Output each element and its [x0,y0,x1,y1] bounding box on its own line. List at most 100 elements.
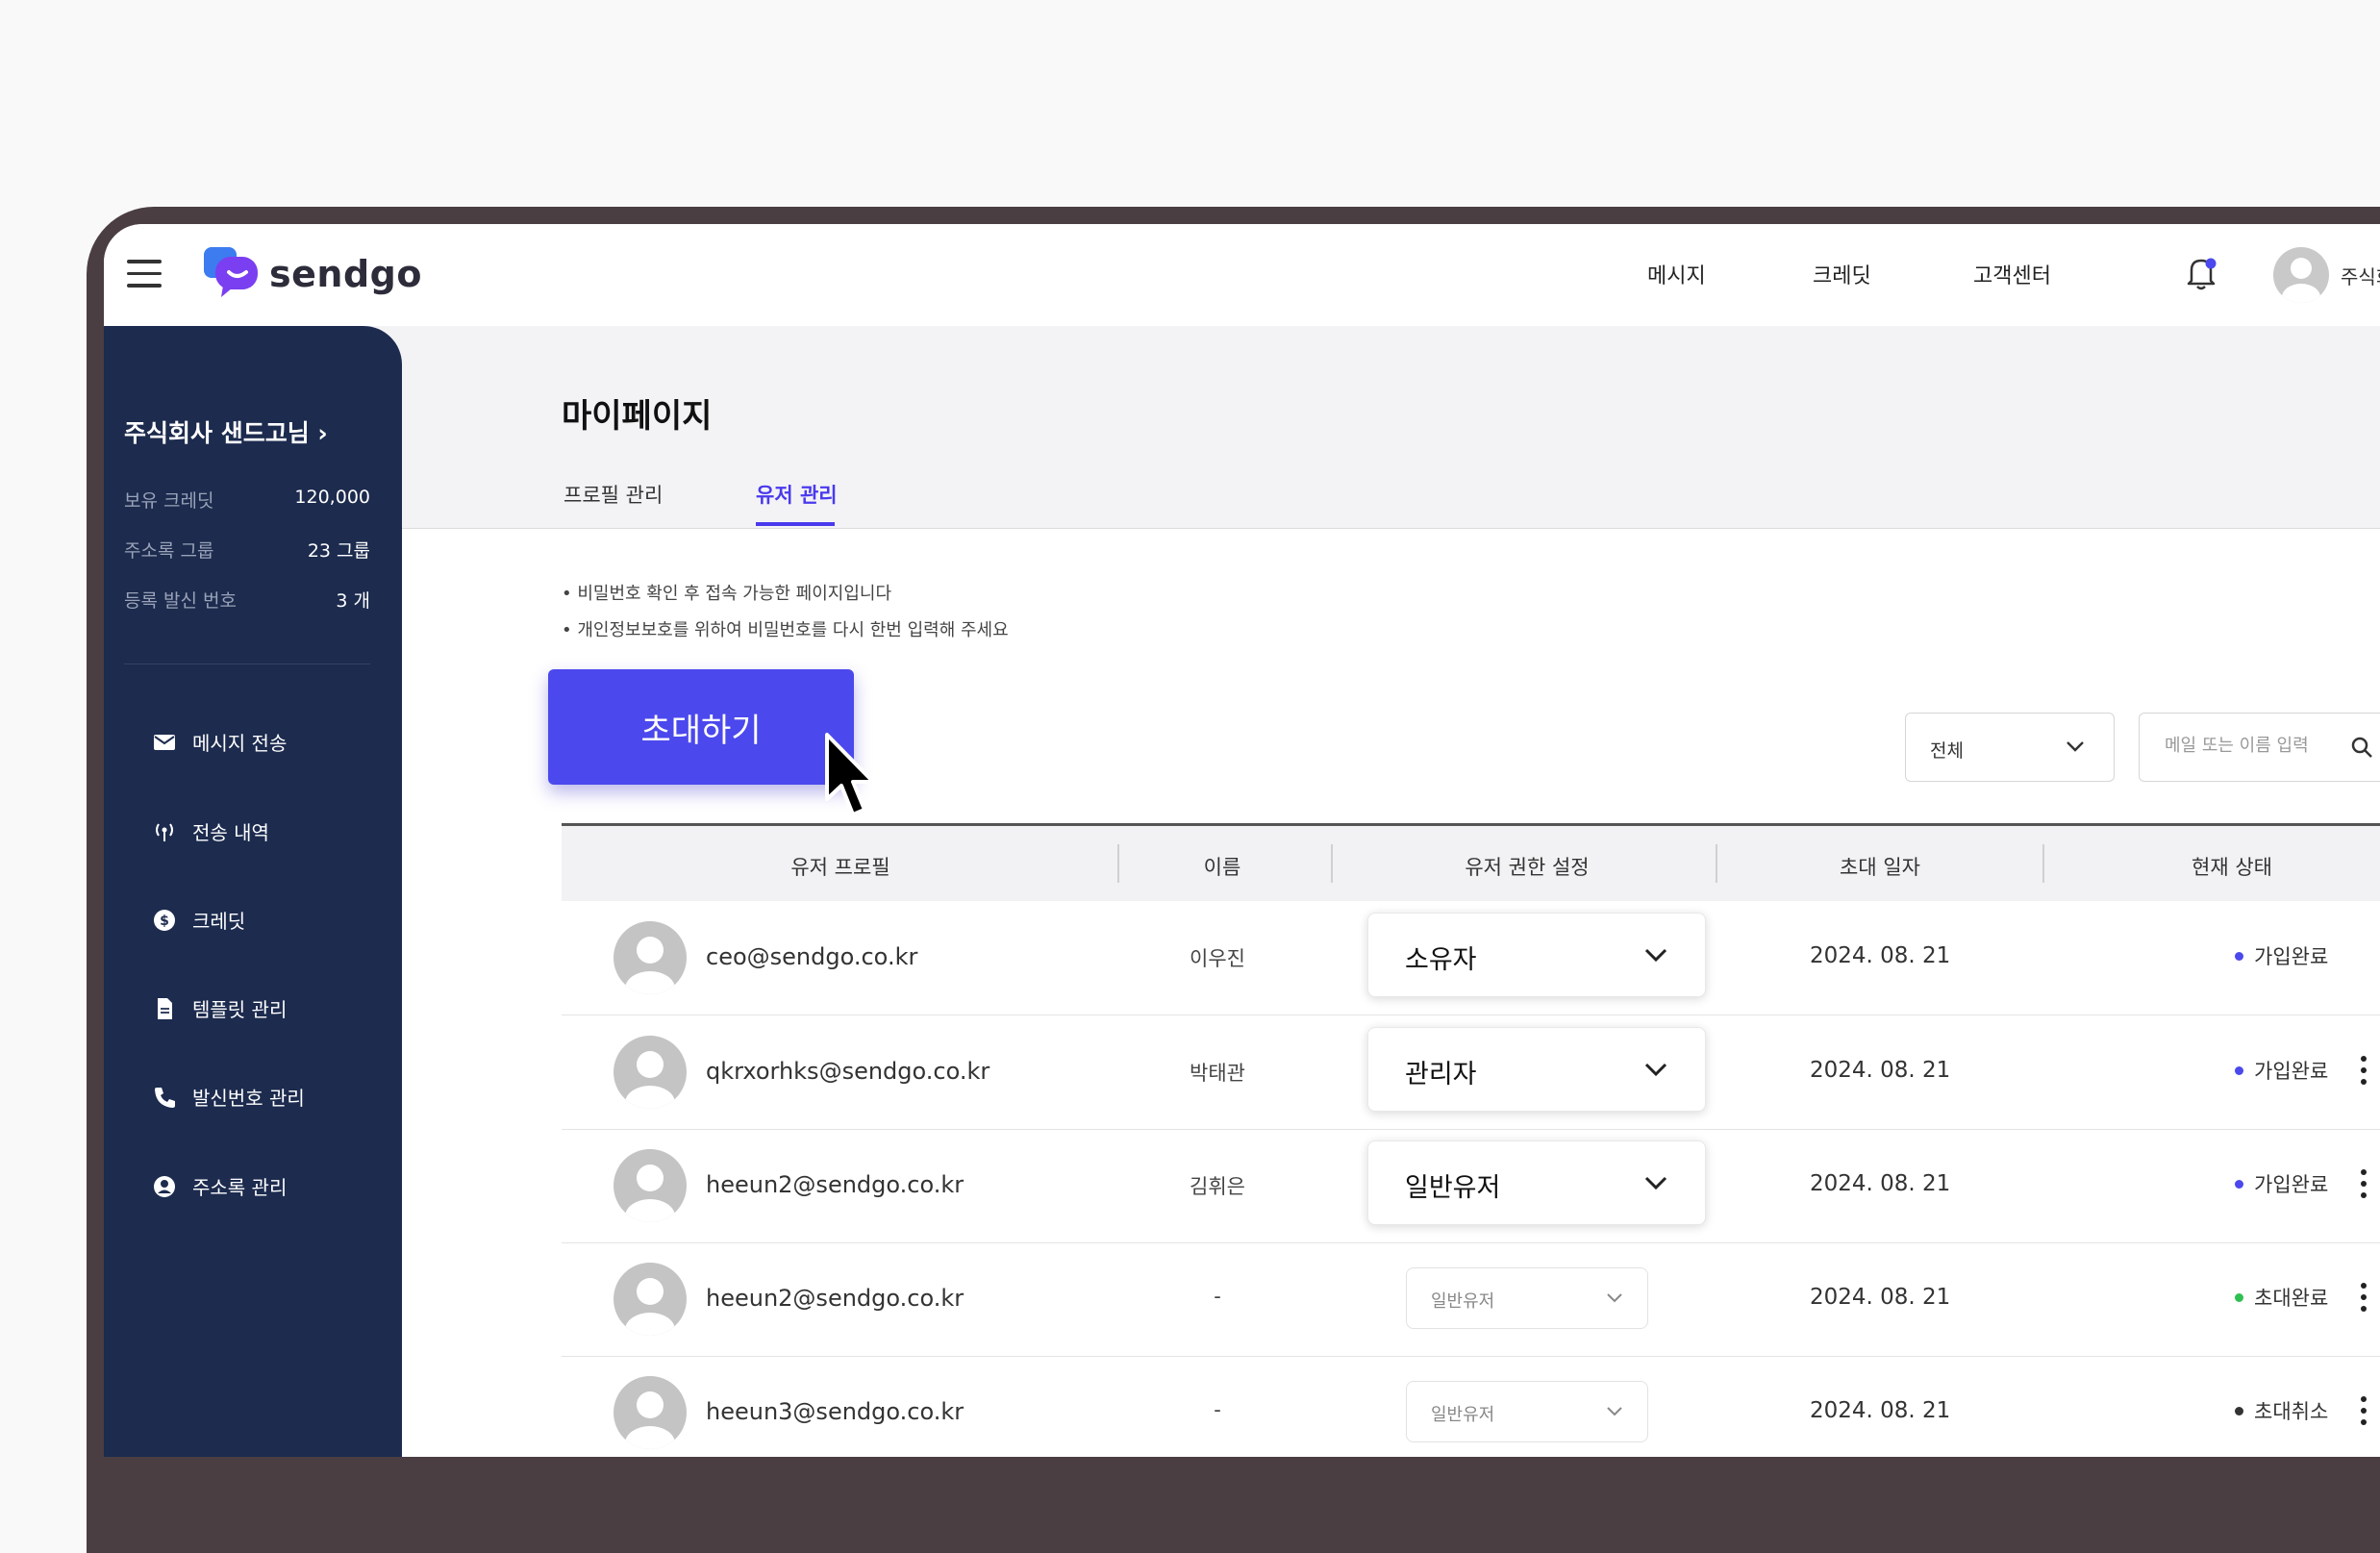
status-badge: 가입완료 [2235,1056,2328,1085]
tab-profile[interactable]: 프로필 관리 [564,480,663,509]
column-separator [1117,844,1119,883]
role-value: 관리자 [1405,1060,1477,1090]
user-avatar[interactable] [2273,247,2329,303]
top-bar: sendgo 메시지 크레딧 고객센터 주식회 [104,224,2380,326]
role-value: 일반유저 [1431,1405,1495,1425]
sidebar-item-label: 전송 내역 [192,821,269,844]
status-dot [2235,1065,2243,1075]
notification-bell-icon[interactable] [2184,255,2218,291]
status-dot [2235,1406,2243,1415]
table-header: 유저 프로필 이름 유저 권한 설정 초대 일자 현재 상태 [562,826,2380,901]
user-name: 이우진 [1190,947,1245,970]
role-value: 일반유저 [1405,1173,1501,1203]
avatar [614,1149,687,1222]
column-header: 유저 권한 설정 [1465,856,1590,879]
document-icon [158,997,172,1019]
sidebar-item-template[interactable]: 템플릿 관리 [152,994,287,1022]
logo-text: sendgo [269,253,422,295]
user-email: heeun2@sendgo.co.kr [706,1285,965,1312]
sidebar-item-send-history[interactable]: 전송 내역 [152,817,269,845]
more-options-icon[interactable] [2360,1281,2367,1314]
company-name-link[interactable]: 주식회사 샌드고님 › [124,414,328,449]
more-options-icon[interactable] [2360,1394,2367,1427]
role-select[interactable]: 일반유저 [1406,1381,1648,1442]
active-tab-indicator [756,522,835,526]
sidebar: 주식회사 샌드고님 › 보유 크레딧 120,000 주소록 그룹 23 그룹 … [104,326,402,1457]
invite-date: 2024. 08. 21 [1810,1171,1951,1196]
role-select[interactable]: 관리자 [1367,1027,1706,1112]
user-email: ceo@sendgo.co.kr [706,943,918,970]
invite-button[interactable]: 초대하기 [548,669,854,785]
invite-date: 2024. 08. 21 [1810,943,1951,968]
search-icon[interactable] [2350,736,2373,759]
status-dot [2235,951,2243,961]
user-email: heeun2@sendgo.co.kr [706,1171,965,1198]
more-options-icon[interactable] [2360,1054,2367,1087]
logo-mark-icon [204,247,258,297]
table-row: qkrxorhks@sendgo.co.kr 박태관 관리자 2024. 08.… [562,1015,2380,1130]
status-badge: 가입완료 [2235,1169,2328,1198]
table-row: heeun3@sendgo.co.kr - 일반유저 2024. 08. 21 … [562,1356,2380,1457]
chevron-down-icon [2067,741,2084,752]
status-text: 가입완료 [2254,1060,2329,1083]
stat-label: 주소록 그룹 [124,540,214,562]
status-badge: 가입완료 [2235,941,2328,970]
status-filter-select[interactable]: 전체 [1905,713,2115,782]
status-text: 가입완료 [2254,1173,2329,1196]
invite-date: 2024. 08. 21 [1810,1398,1951,1423]
nav-message[interactable]: 메시지 [1647,259,1706,289]
nav-support[interactable]: 고객센터 [1973,259,2051,289]
status-badge: 초대취소 [2235,1396,2328,1425]
info-note: • 개인정보보호를 위하여 비밀번호를 다시 한번 입력해 주세요 [562,620,1009,640]
dollar-icon: $ [154,909,175,931]
status-dot [2235,1179,2243,1189]
sidebar-item-credit[interactable]: $ 크레딧 [152,906,245,934]
tab-user-management[interactable]: 유저 관리 [756,480,838,509]
stat-value: 3 개 [336,590,370,612]
search-box[interactable] [2139,713,2380,782]
role-select[interactable]: 소유자 [1367,913,1706,997]
mouse-pointer-icon [825,733,875,816]
avatar [614,921,687,994]
user-email: qkrxorhks@sendgo.co.kr [706,1058,990,1085]
phone-icon [155,1087,175,1108]
sidebar-item-label: 메시지 전송 [192,732,288,755]
invite-date: 2024. 08. 21 [1810,1058,1951,1083]
stat-value: 120,000 [294,487,370,508]
role-select[interactable]: 일반유저 [1406,1267,1648,1329]
user-name[interactable]: 주식회 [2341,262,2380,289]
info-note: • 비밀번호 확인 후 접속 가능한 페이지입니다 [562,584,892,604]
table-row: heeun2@sendgo.co.kr 김휘은 일반유저 2024. 08. 2… [562,1129,2380,1243]
table-row: heeun2@sendgo.co.kr - 일반유저 2024. 08. 21 … [562,1242,2380,1357]
status-text: 가입완료 [2254,945,2329,968]
column-header: 현재 상태 [2192,856,2272,879]
status-text: 초대완료 [2254,1287,2329,1310]
user-name: - [1214,1398,1221,1421]
stat-label: 등록 발신 번호 [124,590,237,612]
search-input[interactable] [2163,735,2340,757]
sidebar-item-label: 크레딧 [192,910,246,933]
sidebar-item-address-book[interactable]: 주소록 관리 [152,1172,287,1200]
app-screen: sendgo 메시지 크레딧 고객센터 주식회 주식회사 샌드고님 › 보유 크… [104,224,2380,1457]
role-select[interactable]: 일반유저 [1367,1140,1706,1225]
mail-icon [154,734,175,750]
filter-value: 전체 [1930,740,1964,762]
user-name: 박태관 [1190,1062,1245,1085]
sidebar-item-send-message[interactable]: 메시지 전송 [152,728,287,756]
chevron-down-icon [1644,1063,1667,1077]
stat-value: 23 그룹 [307,540,370,562]
invite-date: 2024. 08. 21 [1810,1285,1951,1310]
sidebar-item-label: 주소록 관리 [192,1176,288,1199]
status-text: 초대취소 [2254,1400,2329,1423]
hamburger-menu-icon[interactable] [127,260,162,288]
role-value: 소유자 [1405,945,1477,975]
sidebar-item-label: 템플릿 관리 [192,998,288,1021]
sidebar-item-label: 발신번호 관리 [192,1087,305,1110]
user-name: - [1214,1285,1221,1308]
column-header: 유저 프로필 [790,856,890,879]
user-email: heeun3@sendgo.co.kr [706,1398,965,1425]
logo[interactable]: sendgo [202,243,422,305]
sidebar-item-sender-number[interactable]: 발신번호 관리 [152,1083,305,1111]
nav-credit[interactable]: 크레딧 [1813,259,1871,289]
more-options-icon[interactable] [2360,1167,2367,1200]
